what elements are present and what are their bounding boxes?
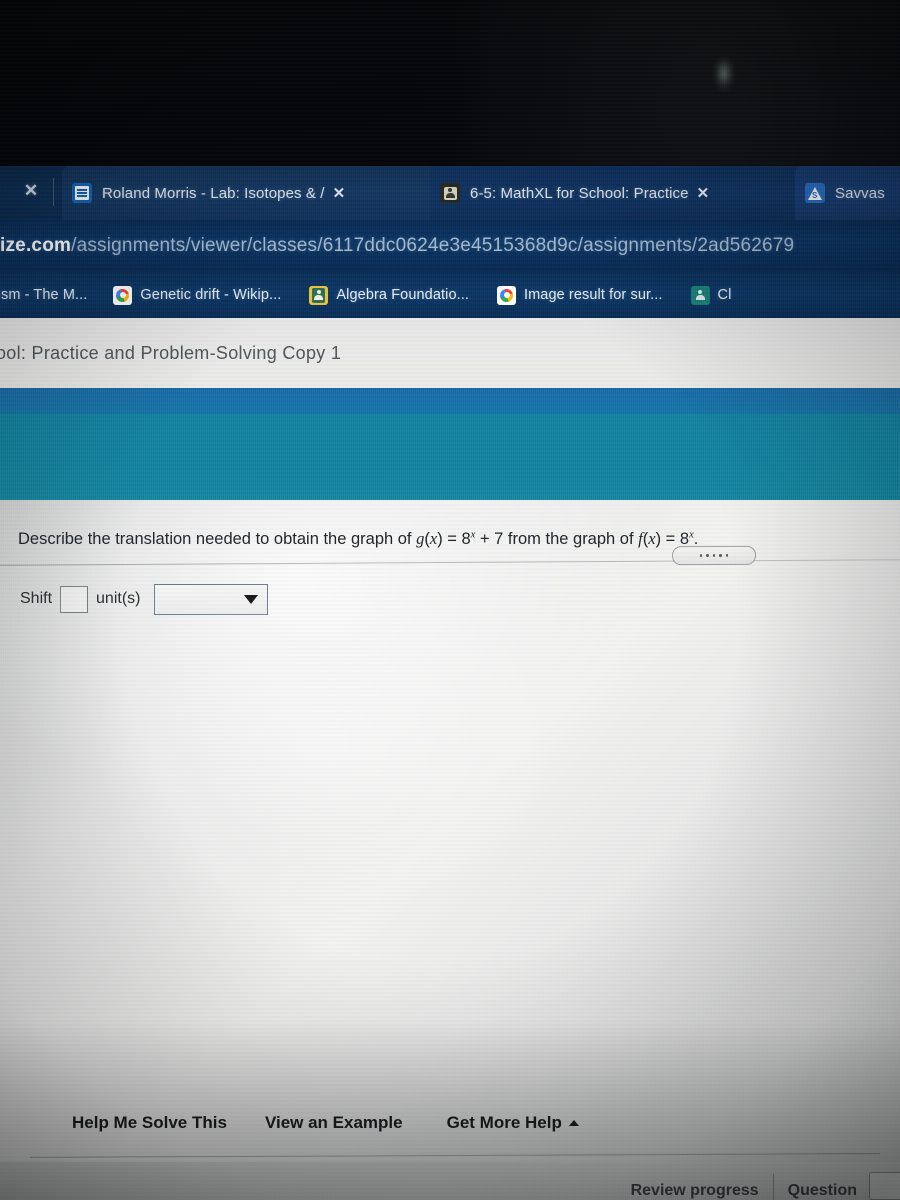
question-number-input[interactable] <box>869 1172 900 1200</box>
help-link-label: Get More Help <box>446 1113 562 1132</box>
browser-tab-strip: ✕ Roland Morris - Lab: Isotopes & / ✕ 6-… <box>0 166 900 220</box>
browser-tab-title: Savvas <box>835 184 885 202</box>
monitor-bezel <box>0 0 900 166</box>
browser-tab-roland-morris[interactable]: Roland Morris - Lab: Isotopes & / ✕ <box>62 166 437 220</box>
bookmark-item-algebra-foundations[interactable]: Algebra Foundatio... <box>309 285 469 305</box>
question-f-var: x <box>648 529 656 548</box>
question-middle: + 7 from the graph of <box>475 530 639 548</box>
help-link-label: View an Example <box>264 1113 403 1132</box>
photographed-screen: ✕ Roland Morris - Lab: Isotopes & / ✕ 6-… <box>0 0 900 1200</box>
browser-tab-title: 6-5: MathXL for School: Practice <box>470 184 689 202</box>
view-an-example-button[interactable]: View an Example <box>265 1113 403 1133</box>
google-icon <box>113 285 133 305</box>
address-bar[interactable]: ize.com/assignments/viewer/classes/6117d… <box>0 220 900 272</box>
answer-prefix-label: Shift <box>20 590 53 607</box>
person-badge-icon <box>440 183 460 203</box>
web-page-content: ool: Practice and Problem-Solving Copy 1… <box>0 318 900 1200</box>
question-label: Question <box>787 1182 857 1199</box>
answer-amount-input[interactable] <box>60 585 89 613</box>
bookmark-item-image-result[interactable]: Image result for sur... <box>497 285 663 305</box>
exercise-panel: Describe the translation needed to obtai… <box>0 500 900 1200</box>
savvas-s-icon <box>805 183 825 203</box>
browser-tab-mathxl[interactable]: 6-5: MathXL for School: Practice ✕ <box>430 166 806 220</box>
bookmark-label: Algebra Foundatio... <box>336 287 469 303</box>
footer-divider <box>30 1153 880 1158</box>
browser-tab-savvas[interactable]: Savvas <box>795 166 900 220</box>
close-icon[interactable]: ✕ <box>697 184 710 202</box>
bookmarks-bar: ealism - The M... Genetic drift - Wikip.… <box>0 272 900 318</box>
question-text-part1: Describe the translation needed to obtai… <box>18 530 417 548</box>
bezel-glare-reflection <box>713 58 735 92</box>
dot-icon <box>699 554 703 557</box>
bookmark-item-classroom[interactable]: Cl <box>690 285 732 305</box>
answer-direction-dropdown[interactable] <box>154 583 269 615</box>
assignment-title-bar: ool: Practice and Problem-Solving Copy 1 <box>0 318 900 388</box>
dot-icon <box>712 554 716 557</box>
help-links-row: Help Me Solve This View an Example Get M… <box>0 1095 900 1151</box>
chevron-down-icon <box>244 594 259 604</box>
bookmark-label: Image result for sur... <box>524 287 663 303</box>
get-more-help-button[interactable]: Get More Help <box>447 1113 579 1133</box>
exercise-footer: Review progress Question <box>0 1162 900 1200</box>
chevron-up-icon <box>568 1120 579 1126</box>
review-progress-label[interactable]: Review progress <box>619 1182 771 1200</box>
dot-icon <box>725 554 729 557</box>
address-bar-url: ize.com/assignments/viewer/classes/6117d… <box>0 235 794 257</box>
app-banner <box>0 414 900 500</box>
app-banner-accent <box>0 388 900 414</box>
google-icon <box>497 285 516 305</box>
tab-strip-divider <box>53 178 54 206</box>
document-icon <box>72 183 92 203</box>
dot-icon <box>719 554 722 557</box>
window-close-icon[interactable]: ✕ <box>21 180 41 202</box>
url-path: /assignments/viewer/classes/6117ddc0624e… <box>71 235 795 256</box>
help-me-solve-this-button[interactable]: Help Me Solve This <box>72 1113 227 1133</box>
browser-tab-title: Roland Morris - Lab: Isotopes & / <box>102 184 325 202</box>
question-g-close: ) = 8 <box>437 530 471 548</box>
answer-row: Shift unit(s) <box>20 582 269 616</box>
bookmark-item-realism[interactable]: ealism - The M... <box>0 287 87 303</box>
bookmark-label: Genetic drift - Wikip... <box>140 287 282 303</box>
page-title: ool: Practice and Problem-Solving Copy 1 <box>0 342 342 363</box>
bookmark-label: ealism - The M... <box>0 287 88 303</box>
url-domain: ize.com <box>0 235 72 256</box>
footer-divider-vertical <box>772 1174 774 1200</box>
bookmark-item-genetic-drift[interactable]: Genetic drift - Wikip... <box>113 285 282 305</box>
more-options-button[interactable] <box>671 545 757 566</box>
bookmark-label: Cl <box>717 287 732 303</box>
classroom-person-icon <box>309 285 329 305</box>
answer-unit-label: unit(s) <box>96 590 141 607</box>
question-divider <box>0 559 900 566</box>
help-link-label: Help Me Solve This <box>72 1113 227 1132</box>
classroom-person-teal-icon <box>690 285 710 305</box>
dot-icon <box>706 554 709 557</box>
close-icon[interactable]: ✕ <box>333 184 346 202</box>
